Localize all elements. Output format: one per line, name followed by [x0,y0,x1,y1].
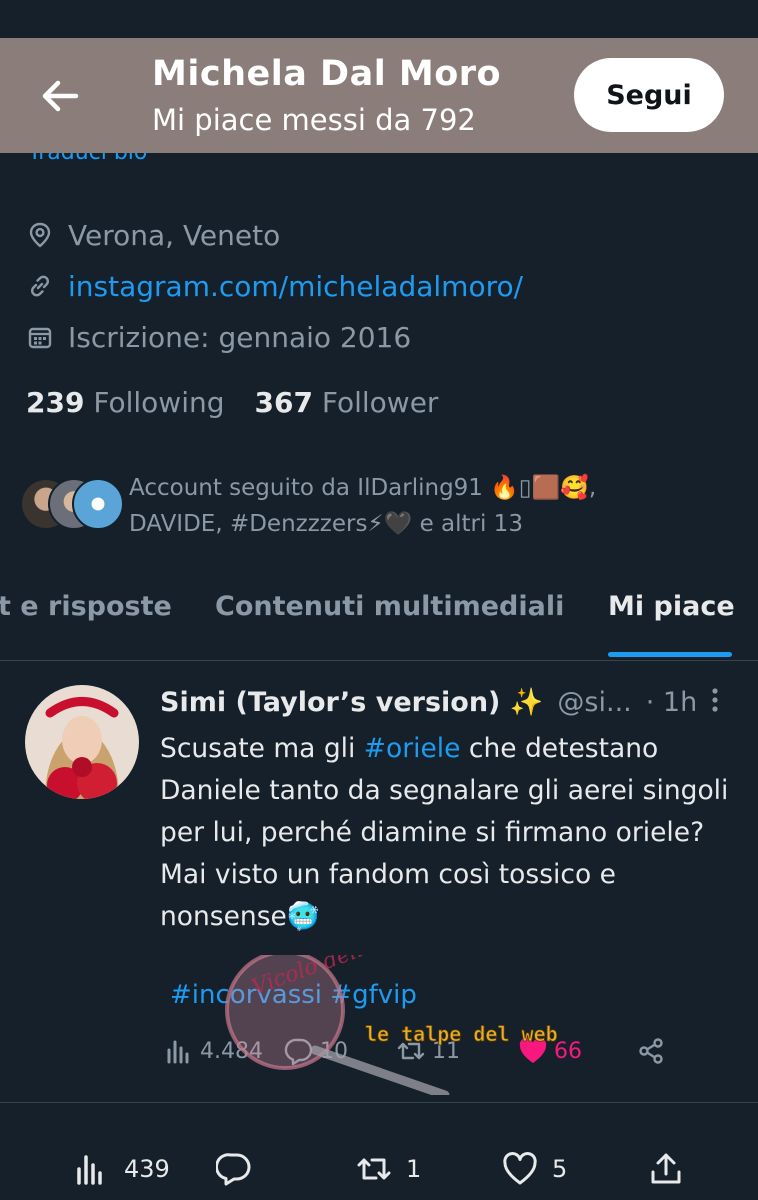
followed-by-line: DAVIDE, #Denzzzers⚡🖤 e altri 13 [129,511,523,537]
link-icon [30,275,50,297]
avatar-image [25,685,139,799]
website-link[interactable]: instagram.com/micheladalmoro/ [68,270,523,303]
views-count: 4.484 [200,1038,263,1064]
tweet-tags[interactable]: #incorvassi #gfvip [170,980,417,1010]
calendar-icon [28,327,52,349]
tweet-author-avatar[interactable] [25,685,139,799]
arrow-left-icon [42,80,79,112]
heart-icon [503,1152,537,1185]
bottom-share-button[interactable] [648,1151,698,1187]
tweet-actions: 4.484 10 11 66 [164,1036,724,1080]
joined-text: Iscrizione: gennaio 2016 [68,320,412,354]
tweet-text: Scusate ma gli #oriele che detestano Dan… [160,728,740,938]
following-count: 239 [26,386,85,419]
joined-row: Iscrizione: gennaio 2016 [26,317,411,357]
share-button[interactable] [636,1036,672,1066]
bottom-retweet-button[interactable]: 1 [356,1151,421,1187]
bottom-like-button[interactable]: 5 [502,1151,567,1187]
likes-count-subtitle: Mi piace messi da 792 [152,103,476,137]
followers-label: Follower [321,386,439,419]
bottom-retweet-count: 1 [406,1155,422,1183]
tweet-author-handle[interactable]: @si... [557,687,631,718]
bottom-action-bar: 439 1 5 [0,1103,758,1200]
more-vertical-icon [712,688,718,712]
back-button[interactable] [38,74,82,118]
retweet-icon [397,1042,425,1060]
followers-link[interactable]: 367 Follower [255,386,439,419]
location-pin-icon [29,222,51,248]
reply-button[interactable]: 10 [284,1036,348,1066]
follow-button[interactable]: Segui [574,58,724,132]
retweet-count: 11 [432,1038,460,1064]
like-button[interactable]: 66 [518,1036,582,1066]
analytics-icon [77,1155,102,1185]
following-link[interactable]: 239 Following [26,386,225,419]
bottom-reply-button[interactable] [216,1151,266,1187]
tab-likes[interactable]: Mi piace [608,591,735,622]
tweet-more-button[interactable] [700,685,730,715]
like-count: 66 [554,1038,582,1064]
tab-media[interactable]: Contenuti multimediali [215,591,564,622]
follow-counts: 239 Following 367 Follower [26,386,438,419]
profile-tabs: t e risposte Contenuti multimediali Mi p… [0,585,758,661]
tweet-time: · 1h [645,686,698,718]
retweet-button[interactable]: 11 [396,1036,460,1066]
mutual-followers-avatars[interactable] [20,478,124,530]
profile-name: Michela Dal Moro [152,54,502,94]
following-label: Following [93,386,225,419]
tweet-hashtag[interactable]: #oriele [364,733,461,764]
analytics-icon [167,1040,189,1064]
tweet-text-part: Scusate ma gli [160,733,364,764]
views-button[interactable]: 4.484 [164,1036,263,1066]
status-bar-area [0,0,758,38]
reply-icon [284,1038,313,1066]
location-row: Verona, Veneto [26,215,280,255]
bottom-views-count: 439 [124,1155,170,1183]
avatar [72,478,124,530]
location-text: Verona, Veneto [68,218,281,252]
reply-icon [216,1153,251,1186]
website-row: instagram.com/micheladalmoro/ [26,266,523,306]
bottom-like-count: 5 [552,1155,568,1183]
tweet-author-name[interactable]: Simi (Taylor’s version) ✨ [160,686,543,718]
share-icon [639,1038,663,1064]
retweet-icon [357,1158,391,1180]
tab-replies[interactable]: t e risposte [0,591,172,622]
followed-by-text[interactable]: Account seguito da IlDarling91 🔥▯🟫🥰, DAV… [129,470,749,542]
heart-filled-icon [519,1037,547,1063]
followers-count: 367 [254,386,313,419]
active-tab-indicator [608,652,732,657]
bottom-views-button[interactable]: 439 [74,1151,170,1187]
tweet-header: Simi (Taylor’s version) ✨ @si... · 1h [160,686,698,719]
followed-by-line: Account seguito da IlDarling91 🔥▯🟫🥰, [129,475,597,501]
reply-count: 10 [320,1038,348,1064]
upload-icon [651,1153,681,1184]
